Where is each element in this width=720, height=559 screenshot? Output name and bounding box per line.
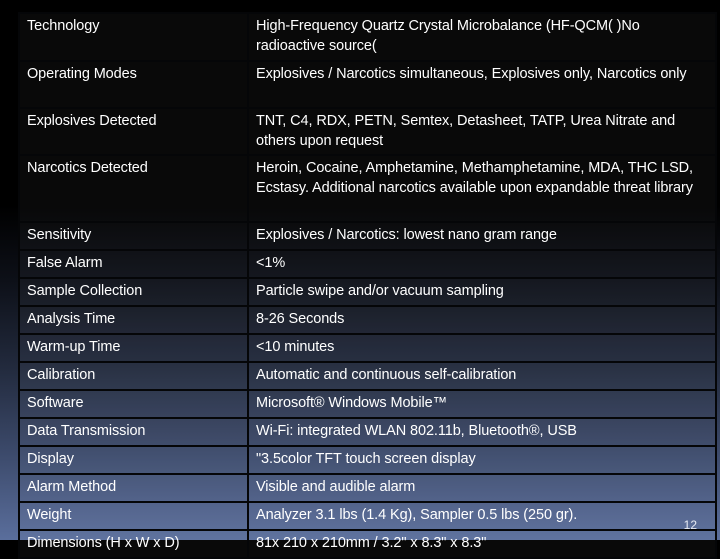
table-row-analysis-time: Analysis Time 8-26 Seconds <box>18 305 717 335</box>
table-row-display: Display "3.5color TFT touch screen displ… <box>18 445 717 475</box>
table-row-software: Software Microsoft® Windows Mobile™ <box>18 389 717 419</box>
spec-value: "3.5color TFT touch screen display <box>247 445 717 475</box>
table-row-operating-modes: Operating Modes Explosives / Narcotics s… <box>18 60 717 109</box>
spec-value: Heroin, Cocaine, Amphetamine, Methamphet… <box>247 154 717 223</box>
spec-label: Display <box>18 445 249 475</box>
table-row-sensitivity: Sensitivity Explosives / Narcotics: lowe… <box>18 221 717 251</box>
spec-label: False Alarm <box>18 249 249 279</box>
spec-value: TNT, C4, RDX, PETN, Semtex, Detasheet, T… <box>247 107 717 156</box>
table-row-false-alarm: False Alarm <1% <box>18 249 717 279</box>
spec-label: Operating Modes <box>18 60 249 109</box>
spec-value: High-Frequency Quartz Crystal Microbalan… <box>247 12 717 62</box>
specifications-table: Technology High-Frequency Quartz Crystal… <box>18 12 717 559</box>
spec-label: Technology <box>18 12 249 62</box>
spec-label: Analysis Time <box>18 305 249 335</box>
spec-value: 8-26 Seconds <box>247 305 717 335</box>
spec-value: Analyzer 3.1 lbs (1.4 Kg), Sampler 0.5 l… <box>247 501 717 531</box>
spec-label: Data Transmission <box>18 417 249 447</box>
spec-label: Sample Collection <box>18 277 249 307</box>
spec-label: Explosives Detected <box>18 107 249 156</box>
spec-value: Explosives / Narcotics simultaneous, Exp… <box>247 60 717 109</box>
spec-value: <10 minutes <box>247 333 717 363</box>
spec-label: Software <box>18 389 249 419</box>
table-row-weight: Weight Analyzer 3.1 lbs (1.4 Kg), Sample… <box>18 501 717 531</box>
spec-label: Alarm Method <box>18 473 249 503</box>
spec-label: Weight <box>18 501 249 531</box>
table-row-warm-up-time: Warm-up Time <10 minutes <box>18 333 717 363</box>
spec-value: <1% <box>247 249 717 279</box>
slide: Technology High-Frequency Quartz Crystal… <box>0 0 720 559</box>
spec-value: Visible and audible alarm <box>247 473 717 503</box>
table-row-calibration: Calibration Automatic and continuous sel… <box>18 361 717 391</box>
table-row-data-transmission: Data Transmission Wi-Fi: integrated WLAN… <box>18 417 717 447</box>
table-row-sample-collection: Sample Collection Particle swipe and/or … <box>18 277 717 307</box>
table-row-explosives-detected: Explosives Detected TNT, C4, RDX, PETN, … <box>18 107 717 156</box>
spec-value: Microsoft® Windows Mobile™ <box>247 389 717 419</box>
table-row-narcotics-detected: Narcotics Detected Heroin, Cocaine, Amph… <box>18 154 717 223</box>
spec-label: Calibration <box>18 361 249 391</box>
spec-label: Sensitivity <box>18 221 249 251</box>
spec-value: Explosives / Narcotics: lowest nano gram… <box>247 221 717 251</box>
spec-label: Narcotics Detected <box>18 154 249 223</box>
table-row-technology: Technology High-Frequency Quartz Crystal… <box>18 12 717 62</box>
spec-value: Wi-Fi: integrated WLAN 802.11b, Bluetoot… <box>247 417 717 447</box>
spec-label: Dimensions (H x W x D) <box>18 529 249 559</box>
spec-value: Particle swipe and/or vacuum sampling <box>247 277 717 307</box>
spec-value: Automatic and continuous self-calibratio… <box>247 361 717 391</box>
table-row-dimensions: Dimensions (H x W x D) 81x 210 x 210mm /… <box>18 529 717 559</box>
page-number: 12 <box>683 518 697 532</box>
table-row-alarm-method: Alarm Method Visible and audible alarm <box>18 473 717 503</box>
spec-label: Warm-up Time <box>18 333 249 363</box>
spec-value: 81x 210 x 210mm / 3.2" x 8.3" x 8.3" <box>247 529 717 559</box>
